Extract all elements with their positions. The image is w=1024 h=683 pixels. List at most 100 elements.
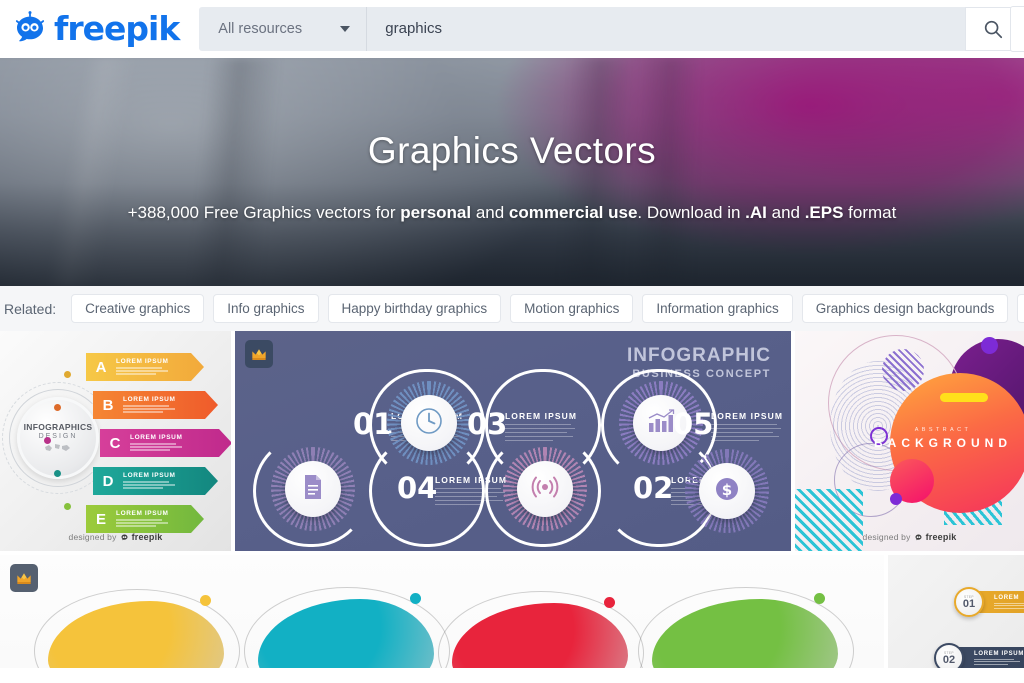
search-icon <box>985 20 1003 38</box>
step-placeholder-line <box>711 423 777 425</box>
gold-step-placeholder-line <box>994 602 1024 604</box>
watermark-prefix: designed by <box>68 532 117 542</box>
related-tag[interactable]: Information graphics <box>642 294 793 323</box>
blob-accent-dot <box>604 597 615 608</box>
banner-letter: A <box>95 358 107 376</box>
related-label: Related: <box>4 300 57 317</box>
banner-placeholder-lines <box>116 367 168 375</box>
connector-dot <box>54 470 61 477</box>
blob-accent-dot <box>410 593 421 604</box>
banner-label: LOREM IPSUM <box>123 396 176 403</box>
gold-step-number: 01 <box>962 597 976 610</box>
hero-banner: Graphics Vectors +388,000 Free Graphics … <box>0 58 1024 286</box>
step-label: LOREM IPSUM <box>711 411 784 421</box>
signal-icon-container <box>517 461 573 517</box>
freepik-logo[interactable]: freepik <box>0 0 191 58</box>
infographic-banner: B LOREM IPSUM <box>93 391 218 419</box>
watermark-brand: freepik <box>925 532 957 542</box>
banner-label: LOREM IPSUM <box>130 434 183 441</box>
related-tag[interactable]: Graphics design backgrounds <box>801 294 1009 323</box>
subtitle-emphasis: .AI <box>745 203 767 222</box>
result-card-infographic-business-concept[interactable]: INFOGRAPHIC BUSINESS CONCEPT 01LOREM IPS… <box>235 331 791 551</box>
dollar-icon-container: $ <box>699 463 755 519</box>
subtitle-text: and <box>471 203 509 222</box>
result-card-gold-steps-infographic[interactable]: LOREM STEP 01 LOREM IPSUM STEP 02 <box>888 555 1024 668</box>
related-tag[interactable]: Info graphics <box>213 294 319 323</box>
crown-icon <box>17 573 31 584</box>
freepik-robot-icon <box>10 9 50 49</box>
page-title: Graphics Vectors <box>367 130 657 171</box>
freepik-wordmark: freepik <box>54 9 180 48</box>
premium-badge <box>10 564 38 592</box>
deco-violet-dot <box>981 337 998 354</box>
header-secondary-button[interactable] <box>1010 6 1024 52</box>
step-node <box>271 447 355 531</box>
infographic-banner: E LOREM IPSUM <box>86 505 204 533</box>
gold-step-label: LOREM IPSUM <box>974 651 1024 658</box>
banner-text-block: LOREM IPSUM <box>116 358 168 376</box>
banner-label: LOREM IPSUM <box>116 510 169 517</box>
result-card-fluid-shapes[interactable] <box>0 555 884 668</box>
banner-letter: B <box>102 396 114 414</box>
gold-step-circle: STEP 02 <box>934 643 964 668</box>
banner-placeholder-lines <box>123 481 175 489</box>
related-tag[interactable]: Motion graphics <box>510 294 634 323</box>
subtitle-text: +388,000 Free Graphics vectors for <box>127 203 401 222</box>
resource-type-label: All resources <box>218 20 303 37</box>
banner-letter: E <box>95 510 106 528</box>
banner-label: LOREM IPSUM <box>116 358 169 365</box>
chevron-down-icon <box>340 25 351 32</box>
step-placeholder-line <box>435 491 505 493</box>
watermark-prefix: designed by <box>862 532 911 542</box>
gold-step-number: 02 <box>942 653 956 666</box>
subtitle-text: format <box>843 203 897 222</box>
gold-step-circle: STEP 01 <box>954 587 984 617</box>
blob-accent-dot <box>814 593 825 604</box>
subtitle-emphasis: commercial use <box>508 203 638 222</box>
search-input-value: graphics <box>385 20 442 37</box>
page-subtitle: +388,000 Free Graphics vectors for perso… <box>0 203 1024 223</box>
gold-step-placeholder-line <box>974 661 1020 663</box>
step-label-block: LOREM IPSUM <box>435 475 507 505</box>
gold-step-placeholder-line <box>974 658 1014 660</box>
gold-step-placeholder-line <box>974 663 1008 665</box>
abstract-big-text: BACKGROUND <box>874 436 1012 450</box>
related-tag[interactable]: Vehicle graphics <box>1017 294 1024 323</box>
dollar-icon: $ <box>713 475 741 508</box>
related-tag[interactable]: Happy birthday graphics <box>327 294 502 323</box>
search-bar: All resources graphics <box>199 6 1022 51</box>
clock-icon-container <box>401 395 457 451</box>
gold-step-bar: LOREM IPSUM <box>956 647 1024 668</box>
freepik-robot-icon <box>121 534 128 540</box>
signal-icon <box>531 475 559 504</box>
step-node: $ <box>685 449 769 533</box>
result-card-infographics-design[interactable]: INFOGRAPHICS DESIGN A LOREM IPSUM B LOREM I… <box>0 331 231 551</box>
subtitle-text: and <box>766 203 805 222</box>
related-tag[interactable]: Creative graphics <box>71 294 205 323</box>
step-placeholder-line <box>435 487 501 489</box>
svg-text:$: $ <box>722 481 732 499</box>
results-row-2: LOREM STEP 01 LOREM IPSUM STEP 02 <box>0 555 1024 668</box>
related-tags-bar: Related: Creative graphics Info graphics H… <box>0 286 1024 331</box>
step-placeholder-line <box>435 503 483 505</box>
c1-title-line1: INFOGRAPHICS <box>23 421 93 432</box>
freepik-watermark: designed by freepik <box>0 532 231 542</box>
step-node <box>503 447 587 531</box>
step-label: LOREM IPSUM <box>505 411 578 421</box>
infographic-banner: D LOREM IPSUM <box>93 467 218 495</box>
resource-type-dropdown[interactable]: All resources <box>199 6 368 51</box>
crown-icon <box>252 349 266 360</box>
results-row-1: INFOGRAPHICS DESIGN A LOREM IPSUM B LOREM I… <box>0 331 1024 551</box>
document-icon <box>302 474 324 505</box>
step-number: 02 <box>633 471 674 505</box>
step-label: LOREM IPSUM <box>435 475 508 485</box>
step-label-block: LOREM IPSUM <box>505 411 577 441</box>
freepik-robot-icon <box>915 534 922 540</box>
infographic-banner: C LOREM IPSUM <box>100 429 231 457</box>
subtitle-emphasis: personal <box>400 203 472 222</box>
step-placeholder-line <box>505 427 575 429</box>
step-placeholder-line <box>505 423 571 425</box>
search-input[interactable]: graphics <box>367 6 966 51</box>
gold-step-label: LOREM <box>994 595 1020 602</box>
result-card-abstract-background[interactable]: ABSTRACT BACKGROUND designed by freepik <box>795 331 1024 551</box>
